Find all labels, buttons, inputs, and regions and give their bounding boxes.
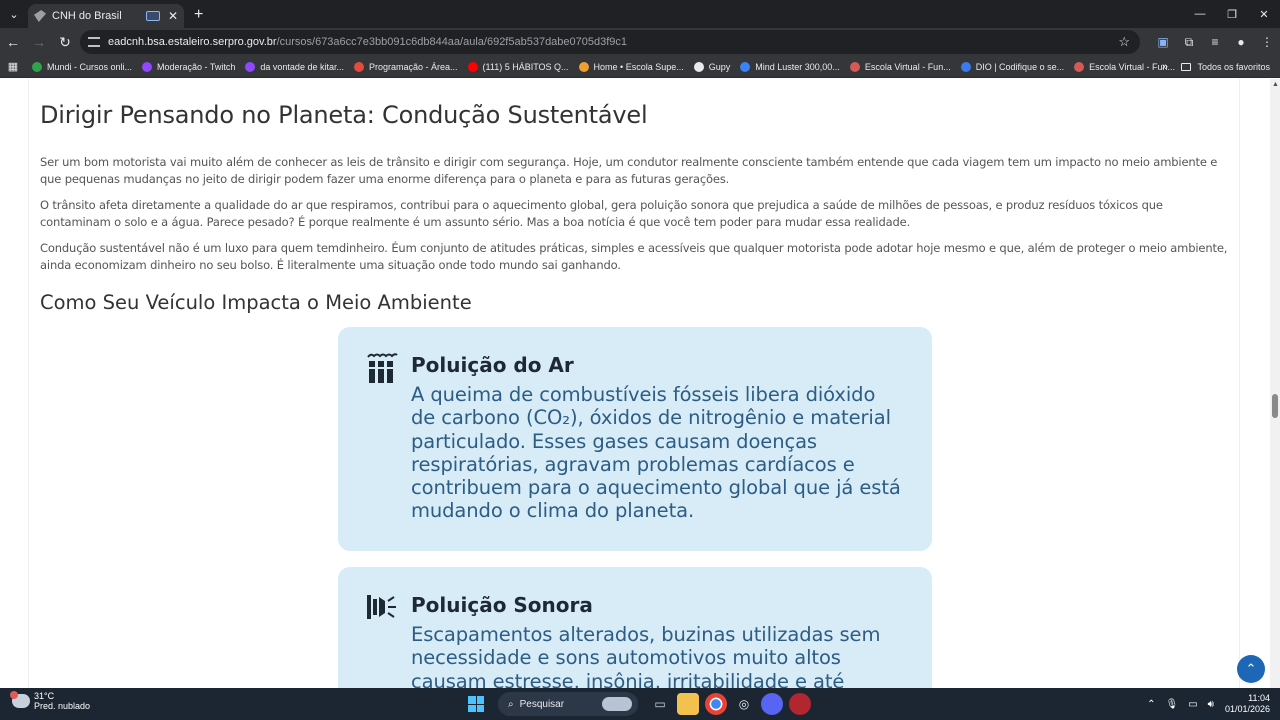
taskbar-clock[interactable]: 11:04 01/01/2026 [1225, 693, 1270, 715]
windows-taskbar: 31°C Pred. nublado ⌕ Pesquisar ▭ ◎ ⌃ 🎙︎ … [0, 688, 1280, 720]
bookmark-item[interactable]: Home • Escola Supe... [578, 61, 684, 72]
card-text: A queima de combustíveis fósseis libera … [411, 383, 901, 523]
microphone-icon[interactable]: 🎙︎ [1165, 699, 1178, 710]
close-tab-icon[interactable]: ✕ [168, 9, 178, 23]
impact-card-noise: Poluição Sonora Escapamentos alterados, … [338, 567, 932, 688]
forward-icon[interactable]: → [26, 34, 52, 50]
tab-title: CNH do Brasil [52, 10, 122, 22]
bookmark-favicon-icon [32, 61, 42, 72]
bookmark-favicon-icon [740, 61, 751, 72]
bookmark-favicon-icon [849, 61, 860, 72]
task-view-icon[interactable]: ▭ [649, 693, 671, 715]
card-text: Escapamentos alterados, buzinas utilizad… [411, 623, 881, 688]
address-bar[interactable]: eadcnh.bsa.estaleiro.serpro.gov.br/curso… [80, 30, 1140, 54]
clock-date: 01/01/2026 [1224, 704, 1270, 714]
url-path: /cursos/673a6cc7e3bb091c6db844aa/aula/69… [276, 36, 628, 48]
restore-icon[interactable]: ❐ [1216, 0, 1248, 28]
bookmark-item[interactable]: Mundi - Cursos onli... [32, 61, 132, 72]
bookmark-item[interactable]: Gupy [693, 61, 730, 72]
minimize-icon[interactable]: — [1184, 0, 1216, 28]
bookmark-favicon-icon [960, 61, 971, 72]
tray-overflow-icon[interactable]: ⌃ [1147, 699, 1155, 710]
bookmark-favicon-icon [245, 61, 256, 72]
bookmark-star-icon[interactable]: ☆ [1118, 34, 1130, 50]
new-tab-button[interactable]: + [194, 6, 203, 24]
bookmark-favicon-icon [142, 61, 153, 72]
card-title: Poluição do Ar [411, 353, 574, 377]
profile-avatar-icon[interactable]: ● [1228, 35, 1254, 49]
impact-card-air: Poluição do Ar A queima de combustíveis … [338, 327, 932, 551]
extensions-puzzle-icon[interactable]: ⧉ [1176, 35, 1202, 50]
bookmark-item[interactable]: Programação - Área... [353, 61, 458, 72]
tab-search-button[interactable]: ⌄ [4, 4, 24, 24]
clock-time: 11:04 [1248, 693, 1270, 703]
bookmark-item[interactable]: Escola Virtual - Fun... [1074, 61, 1175, 72]
github-desktop-icon[interactable]: ◎ [733, 693, 755, 715]
close-window-icon[interactable]: ✕ [1248, 0, 1280, 28]
window-controls: — ❐ ✕ [1184, 0, 1280, 28]
bookmark-item[interactable]: Escola Virtual - Fun... [849, 61, 951, 72]
browser-toolbar: ← → ↻ eadcnh.bsa.estaleiro.serpro.gov.br… [0, 28, 1280, 56]
temperature: 31°C [34, 691, 55, 701]
weather-description: Pred. nublado [34, 701, 91, 711]
apps-grid-icon[interactable]: ▦ [0, 60, 26, 73]
cloud-icon [10, 691, 30, 708]
intro-paragraph-2: O trânsito afeta diretamente a qualidade… [40, 198, 1163, 229]
browser-tab[interactable]: CNH do Brasil ✕ [28, 4, 184, 28]
file-explorer-icon[interactable] [677, 693, 699, 715]
site-info-icon[interactable] [88, 37, 100, 47]
chrome-icon[interactable] [705, 693, 727, 715]
intro-paragraph-1: Ser um bom motorista vai muito além de c… [40, 155, 1218, 186]
card-title: Poluição Sonora [411, 593, 593, 617]
windows-start-icon[interactable] [468, 696, 484, 712]
media-playing-icon[interactable] [145, 11, 160, 21]
search-icon: ⌕ [508, 698, 514, 710]
lesson-title: Dirigir Pensando no Planeta: Condução Su… [40, 101, 648, 129]
system-tray: ⌃ 🎙︎ ▭ 🔊︎ 11:04 01/01/2026 [1142, 688, 1280, 720]
bookmark-item[interactable]: da vontade de kitar... [245, 61, 344, 72]
app-icon[interactable] [789, 693, 811, 715]
bookmark-favicon-icon [353, 61, 364, 72]
bookmark-favicon-icon [1074, 61, 1085, 72]
search-placeholder: Pesquisar [519, 698, 565, 710]
section-title: Como Seu Veículo Impacta o Meio Ambiente [40, 291, 472, 314]
bookmark-favicon-icon [578, 61, 589, 72]
scroll-up-icon[interactable]: ▲ [1272, 81, 1279, 88]
bookmarks-bar: ▦ Mundi - Cursos onli... Moderação - Twi… [0, 56, 1280, 78]
extension-icon[interactable]: ▣ [1150, 35, 1176, 49]
all-bookmarks-button[interactable]: Todos os favoritos [1181, 62, 1270, 72]
intro-paragraph-3: Condução sustentável não é um luxo para … [40, 241, 1228, 272]
site-favicon-icon [34, 10, 46, 22]
scrollbar-thumb[interactable] [1272, 394, 1278, 418]
smokestack-icon [367, 353, 398, 383]
folder-icon [1181, 62, 1192, 71]
weather-widget[interactable]: 31°C Pred. nublado [10, 691, 91, 711]
media-controls-icon[interactable]: ≡ [1202, 35, 1228, 49]
discord-icon[interactable] [761, 693, 783, 715]
bookmark-item[interactable]: Mind Luster 300,00... [740, 61, 840, 72]
volume-icon[interactable]: 🔊︎ [1208, 699, 1214, 710]
page-scrollbar[interactable]: ▲ [1270, 79, 1280, 688]
back-icon[interactable]: ← [0, 34, 26, 50]
bookmark-item[interactable]: DIO | Codifique o se... [960, 61, 1064, 72]
bookmark-item[interactable]: Moderação - Twitch [142, 61, 235, 72]
sound-waves-icon [367, 595, 396, 619]
more-bookmarks-icon[interactable]: » [1162, 61, 1168, 73]
toolbar-actions: ▣ ⧉ ≡ ● ⋮ [1150, 28, 1280, 56]
bookmark-favicon-icon [693, 61, 704, 72]
network-icon[interactable]: ▭ [1188, 699, 1197, 710]
reload-icon[interactable]: ↻ [52, 34, 78, 51]
more-menu-icon[interactable]: ⋮ [1254, 35, 1280, 49]
bookmark-favicon-icon [467, 61, 478, 72]
page-content: Dirigir Pensando no Planeta: Condução Su… [0, 79, 1270, 688]
search-highlight-icon [602, 697, 632, 711]
bookmark-item[interactable]: (111) 5 HÁBITOS Q... [467, 61, 569, 72]
browser-tab-strip: ⌄ CNH do Brasil ✕ + — ❐ ✕ [0, 0, 1280, 28]
taskbar-search[interactable]: ⌕ Pesquisar [498, 692, 638, 716]
url-host: eadcnh.bsa.estaleiro.serpro.gov.br [108, 36, 277, 48]
taskbar-apps: ⌕ Pesquisar ▭ ◎ [468, 688, 814, 720]
scroll-to-top-button[interactable]: ⌃ [1237, 655, 1265, 683]
